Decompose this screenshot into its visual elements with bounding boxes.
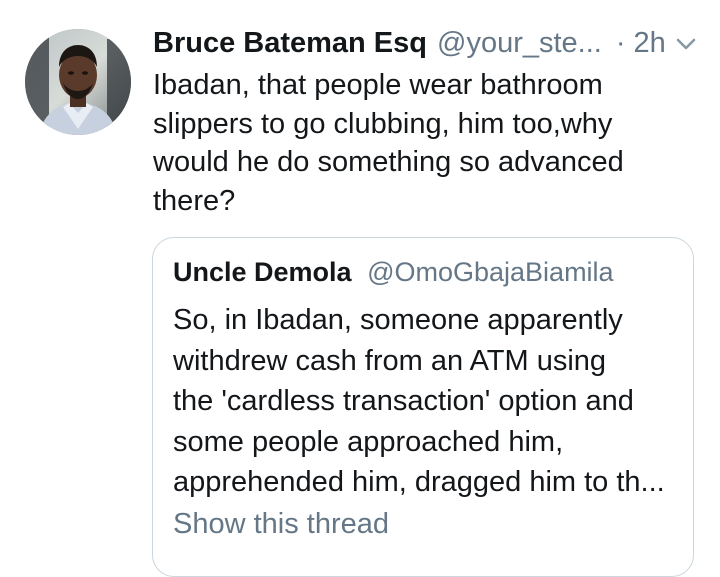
profile-photo bbox=[25, 29, 131, 135]
tweet-timestamp[interactable]: · 2h bbox=[616, 20, 666, 66]
tweet-text: Ibadan, that people wear bathroom slippe… bbox=[153, 69, 624, 217]
quoted-text-line: So, in Ibadan, someone apparently bbox=[173, 304, 623, 336]
quoted-text-line: withdrew cash from an ATM using bbox=[173, 344, 607, 377]
avatar[interactable] bbox=[25, 29, 131, 135]
tweet-header: Bruce Bateman Esq @your_ste... · 2h bbox=[153, 20, 703, 66]
author-handle[interactable]: @your_ste... bbox=[437, 20, 602, 66]
quoted-text-line: apprehended him, dragged him to th... bbox=[173, 466, 665, 498]
quoted-text-line: the 'cardless transaction' option and bbox=[173, 385, 634, 417]
quoted-tweet-card[interactable]: Uncle Demola @OmoGbajaBiamila So, in Iba… bbox=[152, 237, 694, 577]
quoted-tweet-header: Uncle Demola @OmoGbajaBiamila bbox=[173, 252, 614, 292]
quoted-text-line: some people approached him, bbox=[173, 425, 564, 458]
quoted-author-name: Uncle Demola bbox=[173, 257, 352, 287]
quoted-author-handle: @OmoGbajaBiamila bbox=[367, 257, 614, 287]
quoted-tweet-text: So, in Ibadan, someone apparently withdr… bbox=[173, 300, 678, 503]
author-name[interactable]: Bruce Bateman Esq bbox=[153, 20, 427, 66]
show-thread-link[interactable]: Show this thread bbox=[173, 504, 389, 544]
chevron-down-icon[interactable] bbox=[674, 34, 698, 54]
